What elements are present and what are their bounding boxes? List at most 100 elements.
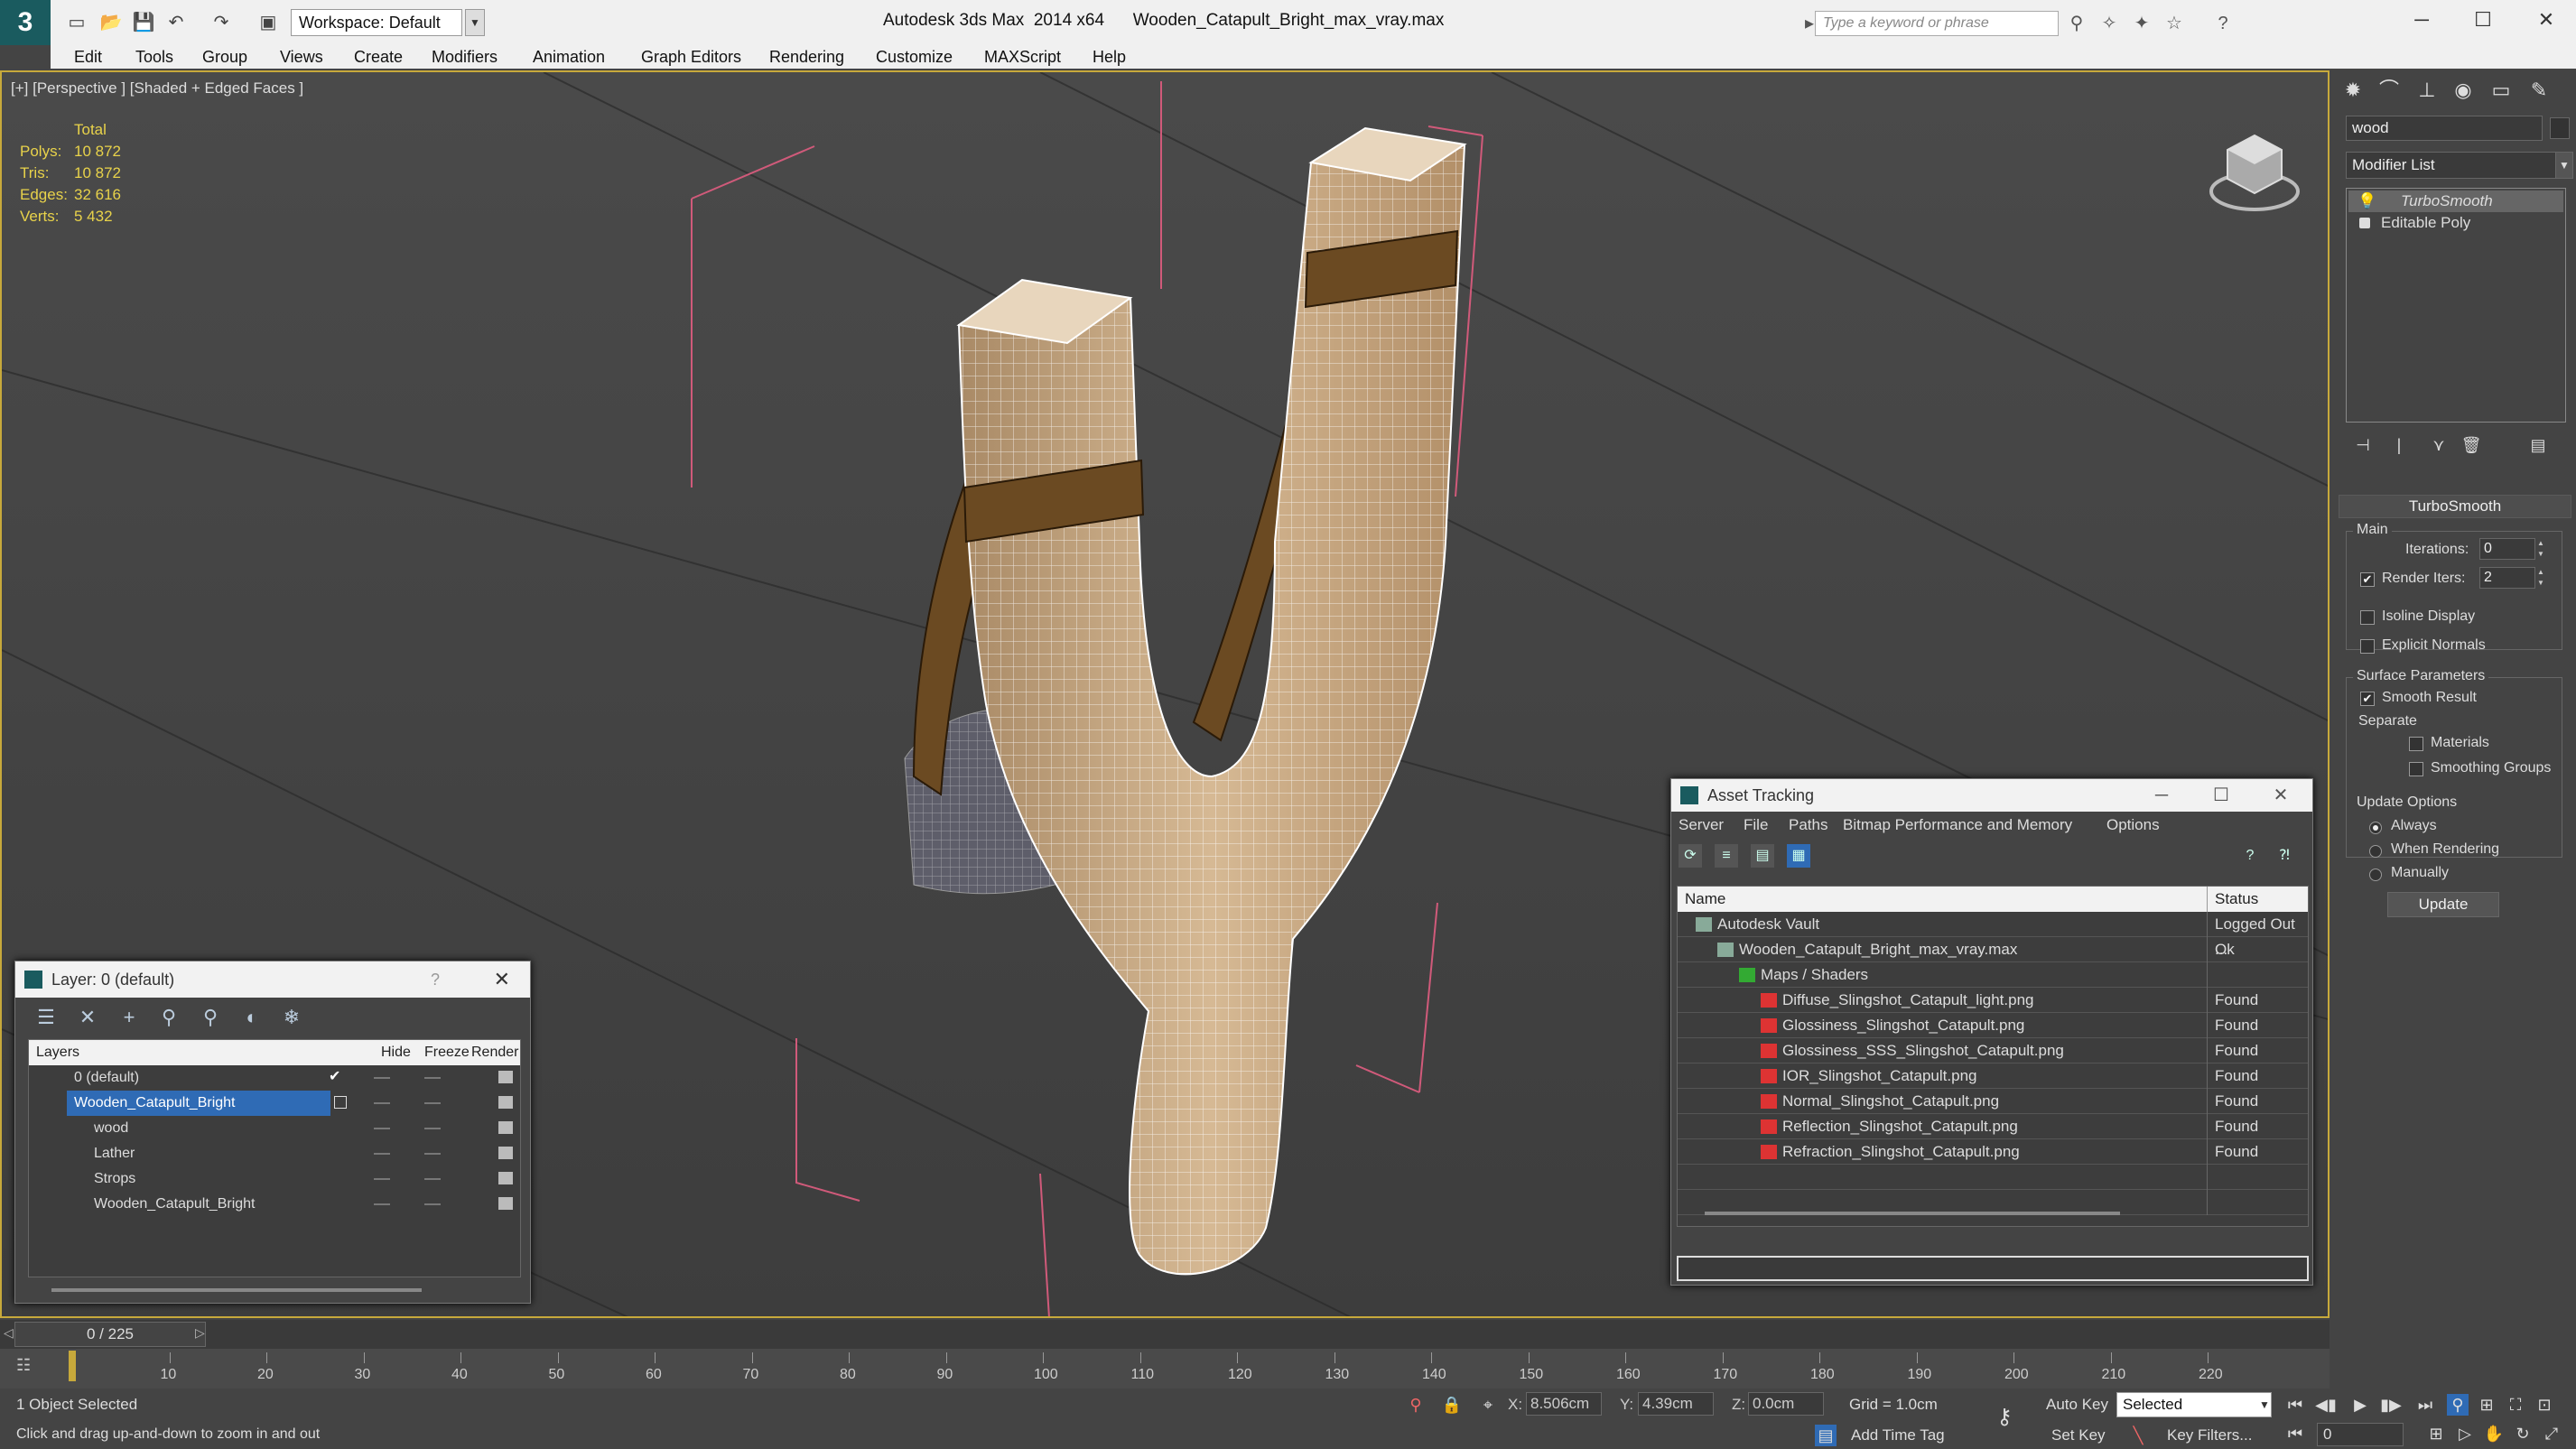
hide-all-icon[interactable]: ◐ (239, 1005, 265, 1030)
object-name[interactable]: Wooden_Catapult_Bright (94, 1192, 256, 1217)
menu-options[interactable]: Options (2106, 812, 2160, 839)
configure-modifier-sets-icon[interactable]: ▤ (2526, 433, 2550, 457)
menu-paths[interactable]: Paths (1789, 812, 1827, 839)
display-tab-icon[interactable]: ▭ (2485, 76, 2517, 105)
open-file-icon[interactable]: 📂 (99, 11, 123, 34)
highlight-layer-icon[interactable]: ⚲ (198, 1005, 223, 1030)
asset-tracking-title[interactable]: Asset Tracking ─ ☐ ✕ (1671, 779, 2312, 812)
new-file-icon[interactable]: ▭ (65, 11, 88, 34)
object-name-field[interactable]: wood (2346, 116, 2543, 141)
asset-row[interactable]: Wooden_Catapult_Bright_max_vray.max Ok (1678, 937, 2308, 962)
menu-help[interactable]: Help (1093, 45, 1126, 69)
modifier-list-dropdown[interactable]: Modifier List (2346, 152, 2557, 179)
stack-item[interactable]: Editable Poly (2348, 212, 2563, 234)
prev-frame-icon[interactable]: ◁ (4, 1325, 14, 1341)
layer-row[interactable]: Wooden_Catapult_Bright (29, 1192, 520, 1217)
explicit-normals-checkbox[interactable] (2360, 639, 2375, 654)
update-when-rendering-radio[interactable] (2369, 845, 2382, 858)
previous-frame-icon[interactable]: ◀▮ (2313, 1392, 2339, 1417)
materials-checkbox[interactable] (2409, 737, 2423, 751)
menu-edit[interactable]: Edit (74, 45, 102, 69)
asset-row[interactable]: Refraction_Slingshot_Catapult.png Found (1678, 1139, 2308, 1165)
favorites-star-icon[interactable]: ☆ (2163, 13, 2185, 34)
freeze-toggle[interactable] (424, 1203, 441, 1205)
redo-icon[interactable]: ↷ (209, 11, 233, 34)
make-unique-icon[interactable]: ⋎ (2427, 433, 2450, 457)
maximize-icon[interactable]: ☐ (2465, 5, 2501, 34)
modify-tab-icon[interactable]: ⌒ (2373, 76, 2405, 105)
z-coordinate-field[interactable]: 0.0cm (1748, 1392, 1824, 1416)
asset-row[interactable]: Diffuse_Slingshot_Catapult_light.png Foun… (1678, 988, 2308, 1013)
col-freeze[interactable]: Freeze (424, 1040, 470, 1065)
freeze-toggle[interactable] (424, 1178, 441, 1180)
smooth-result-checkbox[interactable]: ✔ (2360, 692, 2375, 706)
hierarchy-tab-icon[interactable]: ⊥ (2411, 76, 2443, 105)
app-logo-icon[interactable]: 3 (0, 0, 51, 45)
set-key-button[interactable]: Set Key (2051, 1426, 2106, 1444)
asset-row[interactable]: Glossiness_SSS_Slingshot_Catapult.png Fou… (1678, 1038, 2308, 1064)
asset-row[interactable]: Maps / Shaders (1678, 962, 2308, 988)
render-toggle-icon[interactable] (498, 1147, 513, 1159)
utilities-tab-icon[interactable]: ✎ (2523, 76, 2555, 105)
menu-views[interactable]: Views (280, 45, 323, 69)
time-tag-icon[interactable]: ▤ (1815, 1425, 1837, 1446)
asset-name[interactable]: Refraction_Slingshot_Catapult.png (1782, 1139, 2020, 1165)
close-icon[interactable]: ✕ (494, 961, 510, 998)
lock-selection-icon[interactable]: 🔒 (1441, 1394, 1463, 1416)
freeze-toggle[interactable] (424, 1102, 441, 1104)
asset-row[interactable]: IOR_Slingshot_Catapult.png Found (1678, 1064, 2308, 1089)
layer-row[interactable]: Lather (29, 1141, 520, 1166)
help-icon[interactable]: ? (2212, 13, 2234, 34)
asset-name[interactable]: Diffuse_Slingshot_Catapult_light.png (1782, 988, 2034, 1013)
asset-name[interactable]: Glossiness_Slingshot_Catapult.png (1782, 1013, 2024, 1038)
asset-row[interactable]: Normal_Slingshot_Catapult.png Found (1678, 1089, 2308, 1114)
col-layers[interactable]: Layers (36, 1040, 79, 1065)
menu-bitmap-performance[interactable]: Bitmap Performance and Memory (1843, 812, 2072, 839)
menu-animation[interactable]: Animation (533, 45, 605, 69)
asset-name[interactable]: Glossiness_SSS_Slingshot_Catapult.png (1782, 1038, 2064, 1064)
add-to-layer-icon[interactable]: + (116, 1005, 142, 1030)
layer-row[interactable]: 0 (default) ✔ (29, 1065, 520, 1091)
selection-set-dropdown[interactable]: Selected (2116, 1392, 2272, 1417)
binoculars-icon[interactable]: ⚲ (2066, 13, 2088, 34)
menu-rendering[interactable]: Rendering (769, 45, 844, 69)
layer-row[interactable]: Strops (29, 1166, 520, 1192)
menu-tools[interactable]: Tools (135, 45, 173, 69)
communication-icon[interactable]: ✦ (2131, 13, 2153, 34)
viewport-label[interactable]: [+] [Perspective ] [Shaded + Edged Faces… (11, 79, 303, 98)
track-bar[interactable]: ☷ 10 20 30 40 50 60 70 80 90 100 110 120 130 140 150 16… (0, 1349, 2330, 1389)
delete-layer-icon[interactable]: ✕ (75, 1005, 100, 1030)
pin-stack-icon[interactable]: ⊣ (2351, 433, 2375, 457)
object-name[interactable]: wood (94, 1116, 128, 1141)
isoline-display-checkbox[interactable] (2360, 610, 2375, 625)
asset-row[interactable]: Reflection_Slingshot_Catapult.png Found (1678, 1114, 2308, 1139)
asset-name[interactable]: Normal_Slingshot_Catapult.png (1782, 1089, 1999, 1114)
render-toggle-icon[interactable] (498, 1121, 513, 1134)
key-filters-button[interactable]: Key Filters... (2167, 1426, 2252, 1444)
layer-panel-title[interactable]: Layer: 0 (default) ? ✕ (15, 961, 530, 998)
tree-view-icon[interactable]: ▤ (1751, 844, 1774, 868)
play-icon[interactable]: ▶ (2348, 1392, 2373, 1417)
asset-path-field[interactable] (1677, 1256, 2309, 1281)
asset-name[interactable]: Reflection_Slingshot_Catapult.png (1782, 1114, 2018, 1139)
render-toggle-icon[interactable] (498, 1096, 513, 1109)
asset-name[interactable]: Wooden_Catapult_Bright_max_vray.max (1739, 937, 2017, 962)
asset-name[interactable]: IOR_Slingshot_Catapult.png (1782, 1064, 1976, 1089)
chevron-down-icon[interactable]: ▼ (465, 9, 485, 36)
viewcube-icon[interactable] (2205, 117, 2304, 217)
select-objects-icon[interactable]: ⚲ (156, 1005, 181, 1030)
current-frame-field[interactable]: 0 (2317, 1423, 2404, 1446)
spinner-arrows-icon[interactable]: ▲ ▼ (2537, 567, 2546, 589)
go-to-start-icon[interactable]: ⏮ (2283, 1392, 2308, 1417)
asset-row[interactable]: Autodesk Vault Logged Out ... (1678, 912, 2308, 958)
x-coordinate-field[interactable]: 8.506cm (1526, 1392, 1602, 1416)
hide-toggle[interactable] (374, 1153, 390, 1155)
close-icon[interactable]: ✕ (2267, 779, 2294, 812)
hide-toggle[interactable] (374, 1203, 390, 1205)
close-icon[interactable]: ✕ (2528, 5, 2564, 34)
maximize-icon[interactable]: ☐ (2208, 779, 2235, 812)
chevron-down-icon[interactable]: ▼ (2254, 1394, 2275, 1416)
hide-toggle[interactable] (374, 1102, 390, 1104)
zoom-extents-icon[interactable]: ⛶ (2505, 1394, 2526, 1416)
layer-row[interactable]: wood (29, 1116, 520, 1141)
